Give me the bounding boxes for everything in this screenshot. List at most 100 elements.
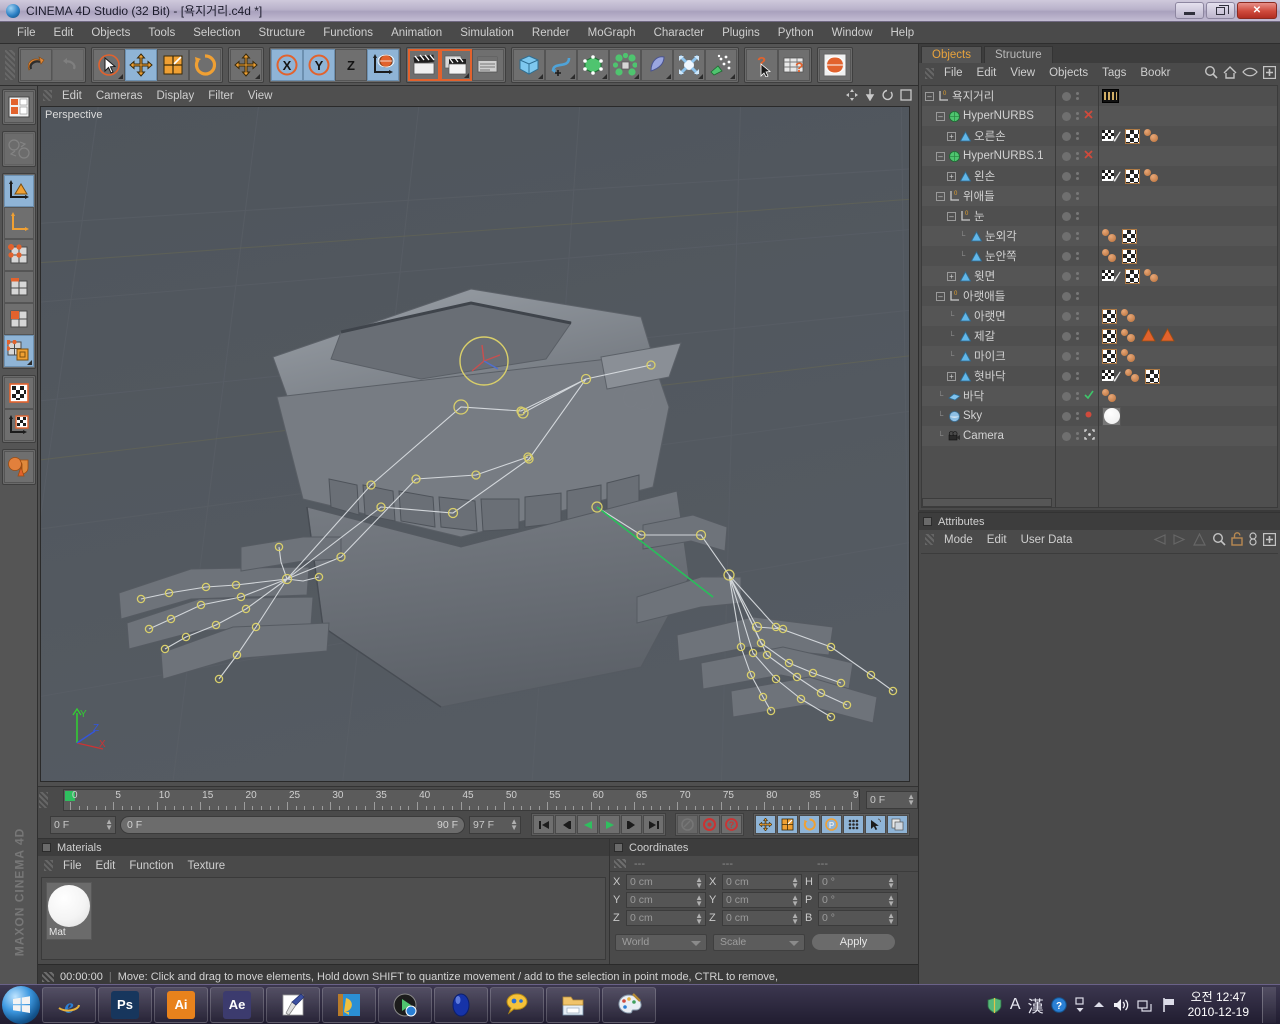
om-menu-tags[interactable]: Tags <box>1095 66 1133 80</box>
timeline-end-field[interactable]: 97 F ▲ ▼ <box>469 815 521 834</box>
minimize-button[interactable] <box>1175 2 1204 19</box>
coord-position-y-field[interactable]: 0 cm ▲ ▼ <box>626 892 706 908</box>
z-axis-lock-button[interactable]: Z <box>335 48 367 81</box>
object-tree[interactable]: –0 욕지거리 – HyperNURBS + 오른손 – HyperNURBS.1 + 왼손 –0 위… <box>921 85 1056 508</box>
visibility-dot-icon[interactable] <box>1062 91 1071 101</box>
object-axis-mode-button[interactable] <box>3 207 34 239</box>
object-row[interactable]: └ 눈외각 <box>922 226 1055 246</box>
coordinate-system-select[interactable]: World <box>615 933 707 951</box>
object-row[interactable]: └ 마이크 <box>922 346 1055 366</box>
tree-expander-minus-icon[interactable]: – <box>936 291 945 301</box>
coordinates-panel-icon[interactable] <box>614 843 623 852</box>
tree-expander-plus-icon[interactable]: + <box>947 271 956 281</box>
texture-axis-mode-button[interactable] <box>3 409 34 441</box>
parameter-key-button[interactable]: P <box>821 815 842 834</box>
viewport-menu-display[interactable]: Display <box>149 89 201 103</box>
point-mode-button[interactable] <box>3 239 34 271</box>
visibility-dot-icon[interactable] <box>1062 291 1071 301</box>
add-spline-button[interactable] <box>545 48 577 81</box>
viewport-3d[interactable]: Perspective Y X Z <box>40 106 910 782</box>
timeline-start-field[interactable]: 0 F ▲ ▼ <box>50 815 116 834</box>
edge-mode-button[interactable] <box>3 271 34 303</box>
coord-rotation-h-field[interactable]: 0 ° ▲ ▼ <box>818 874 898 890</box>
up-arrow-icon[interactable] <box>1192 532 1207 546</box>
visibility-toggle-dots-icon[interactable] <box>1076 412 1079 420</box>
plus-box-icon[interactable] <box>1263 65 1276 79</box>
menu-structure[interactable]: Structure <box>250 25 315 41</box>
visibility-toggle-dots-icon[interactable] <box>1076 212 1079 220</box>
attributes-menu-mode[interactable]: Mode <box>937 533 980 547</box>
texture-tag-icon[interactable] <box>1125 128 1140 144</box>
visibility-toggle-dots-icon[interactable] <box>1076 252 1079 260</box>
tree-expander-minus-icon[interactable]: – <box>936 191 945 201</box>
viewport-menu-edit[interactable]: Edit <box>55 89 89 103</box>
show-desktop-button[interactable] <box>1262 987 1276 1023</box>
render-view-button[interactable] <box>408 48 440 81</box>
materials-menu-file[interactable]: File <box>56 859 89 873</box>
render-dot-icon[interactable] <box>1084 410 1093 422</box>
add-array-button[interactable] <box>609 48 641 81</box>
record-active-objects-button[interactable] <box>699 815 720 834</box>
add-nurbs-button[interactable] <box>577 48 609 81</box>
object-row[interactable]: + 윗면 <box>922 266 1055 286</box>
weight-balls-tag-icon[interactable] <box>1102 249 1118 263</box>
visibility-toggle-dots-icon[interactable] <box>1076 392 1079 400</box>
materials-menu-function[interactable]: Function <box>122 859 180 873</box>
tree-expander-minus-icon[interactable]: – <box>925 91 934 101</box>
visibility-toggle-dots-icon[interactable] <box>1076 192 1079 200</box>
object-row[interactable]: – 0 눈 <box>922 206 1055 226</box>
weight-balls-tag-icon[interactable] <box>1144 169 1160 183</box>
menu-animation[interactable]: Animation <box>382 25 451 41</box>
taskbar-item-illustrator[interactable]: Ai <box>154 986 208 1023</box>
weight-balls-tag-icon[interactable] <box>1121 309 1137 323</box>
menu-mograph[interactable]: MoGraph <box>579 25 645 41</box>
visibility-toggle-dots-icon[interactable] <box>1076 92 1079 100</box>
object-row[interactable]: – HyperNURBS <box>922 106 1055 126</box>
visibility-toggle-dots-icon[interactable] <box>1076 152 1079 160</box>
help-blue-icon[interactable]: ? <box>1050 997 1067 1013</box>
texture-tag-icon[interactable] <box>1102 308 1117 324</box>
object-row[interactable]: + 오른손 <box>922 126 1055 146</box>
taskbar-item-photoshop[interactable]: Ps <box>98 986 152 1023</box>
taskbar-item-media-player-app[interactable] <box>378 986 432 1023</box>
start-button[interactable] <box>2 985 40 1024</box>
viewport-menu-view[interactable]: View <box>241 89 280 103</box>
previous-frame-button[interactable] <box>555 815 576 834</box>
attributes-content[interactable] <box>921 553 1278 986</box>
material-item[interactable]: Mat <box>46 882 92 940</box>
menu-functions[interactable]: Functions <box>314 25 382 41</box>
weight-tag-icon[interactable] <box>1102 129 1122 143</box>
texture-mode-button[interactable] <box>3 377 34 409</box>
object-row[interactable]: – HyperNURBS.1 <box>922 146 1055 166</box>
taskbar-item-file-explorer[interactable] <box>546 986 600 1023</box>
materials-panel-icon[interactable] <box>42 843 51 852</box>
menu-render[interactable]: Render <box>523 25 579 41</box>
texture-tag-icon[interactable] <box>1145 368 1160 384</box>
visibility-dot-icon[interactable] <box>1062 191 1071 201</box>
timeline-start-spinner[interactable]: ▲ ▼ <box>105 817 113 831</box>
search-icon[interactable] <box>1204 65 1218 79</box>
object-row[interactable]: └ 아랫면 <box>922 306 1055 326</box>
materials-menu-edit[interactable]: Edit <box>89 859 123 873</box>
scale-key-button[interactable] <box>777 815 798 834</box>
visibility-dot-icon[interactable] <box>1062 411 1071 421</box>
texture-tag-icon[interactable] <box>1102 328 1117 344</box>
world-coordinates-button[interactable] <box>367 48 399 81</box>
materials-grip[interactable] <box>44 860 53 871</box>
coord-size-x-spinner[interactable]: ▲ ▼ <box>791 876 799 890</box>
sky-material-tag-icon[interactable] <box>1102 406 1121 426</box>
camera-target-icon[interactable] <box>1084 429 1095 443</box>
lock-icon[interactable] <box>1231 532 1243 546</box>
add-cube-button[interactable] <box>513 48 545 81</box>
taskbar-item-paint-app[interactable] <box>602 986 656 1023</box>
timeline-grip[interactable] <box>39 791 48 808</box>
tree-expander-minus-icon[interactable]: – <box>947 211 956 221</box>
om-menu-bookmarks[interactable]: Bookr <box>1133 66 1177 80</box>
rotate-tool[interactable] <box>189 48 221 81</box>
back-arrow-icon[interactable] <box>1152 533 1167 546</box>
autokeying-toggle-button[interactable]: ? <box>721 815 742 834</box>
add-particle-emitter-button[interactable] <box>705 48 737 81</box>
move-tool[interactable] <box>125 48 157 81</box>
weight-balls-tag-icon[interactable] <box>1125 369 1141 383</box>
add-bend-deformer-button[interactable] <box>641 48 673 81</box>
